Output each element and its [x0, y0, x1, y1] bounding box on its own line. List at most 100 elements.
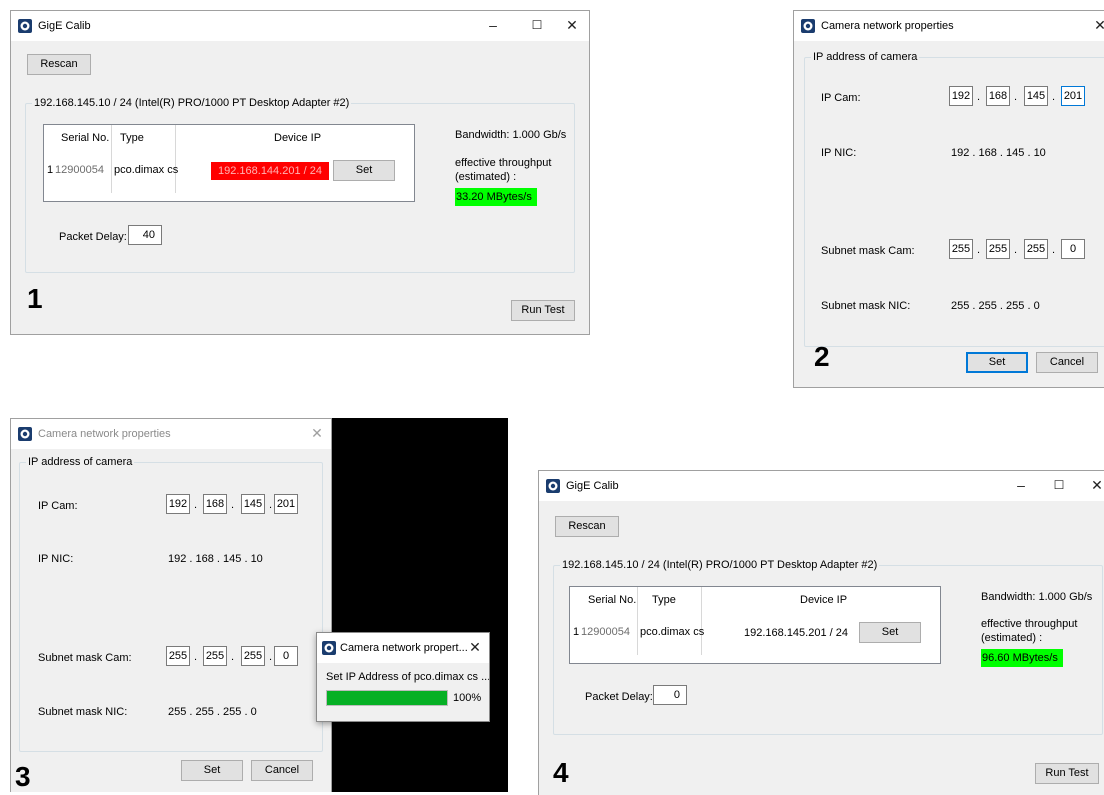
bandwidth-label: Bandwidth: 1.000 Gb/s: [981, 591, 1093, 603]
ip-nic-label: IP NIC:: [38, 553, 74, 565]
mask-cam-octet-3[interactable]: 255: [241, 646, 265, 666]
camera-app-icon: [546, 479, 560, 493]
run-test-button[interactable]: Run Test: [1035, 763, 1099, 784]
ip-cam-label: IP Cam:: [821, 92, 861, 104]
set-ip-button[interactable]: Set: [333, 160, 395, 181]
col-ip-header: Device IP: [274, 132, 322, 144]
device-ip-cell[interactable]: 192.168.145.201 / 24: [737, 624, 855, 642]
ip-cam-label: IP Cam:: [38, 500, 78, 512]
packet-delay-input[interactable]: 0: [653, 685, 687, 705]
minimize-icon[interactable]: –: [1013, 477, 1029, 493]
maximize-icon[interactable]: ☐: [1051, 477, 1067, 493]
adapter-group-label: 192.168.145.10 / 24 (Intel(R) PRO/1000 P…: [32, 97, 352, 109]
throughput-estimated-label: (estimated) :: [981, 632, 1043, 644]
mask-cam-octet-2[interactable]: 255: [203, 646, 227, 666]
camera-app-icon: [801, 19, 815, 33]
progress-fill: [327, 691, 447, 705]
close-icon[interactable]: ✕: [1089, 477, 1104, 493]
cancel-button[interactable]: Cancel: [1036, 352, 1098, 373]
title-bar[interactable]: Camera network propert... ✕: [317, 633, 489, 663]
window-title: GigE Calib: [38, 20, 91, 32]
camera-app-icon: [18, 19, 32, 33]
device-grid[interactable]: Serial No. Type Device IP 1 12900054 pco…: [569, 586, 941, 664]
panel-number: 1: [27, 283, 43, 314]
ip-cam-octet-3[interactable]: 145: [1024, 86, 1048, 106]
throughput-value: 33.20 MBytes/s: [455, 188, 537, 206]
ip-dot: .: [231, 651, 235, 663]
minimize-icon[interactable]: –: [485, 17, 501, 33]
mask-cam-octet-3[interactable]: 255: [1024, 239, 1048, 259]
rescan-button[interactable]: Rescan: [555, 516, 619, 537]
ip-dot: .: [1052, 244, 1056, 256]
network-properties-window-2: Camera network properties ✕ IP address o…: [793, 10, 1104, 388]
grid-divider: [701, 587, 702, 655]
network-properties-window-3: Camera network properties ✕ IP address o…: [10, 418, 332, 792]
set-ip-button[interactable]: Set: [859, 622, 921, 643]
close-icon[interactable]: ✕: [564, 17, 580, 33]
cancel-button[interactable]: Cancel: [251, 760, 313, 781]
grid-divider: [111, 125, 112, 193]
mask-cam-octet-4[interactable]: 0: [274, 646, 298, 666]
mask-cam-octet-1[interactable]: 255: [949, 239, 973, 259]
throughput-label: effective throughput: [981, 618, 1078, 630]
progress-dialog: Camera network propert... ✕ Set IP Addre…: [316, 632, 490, 722]
ip-cam-octet-1[interactable]: 192: [949, 86, 973, 106]
row-index: 1: [47, 164, 54, 176]
gige-calib-window-1: GigE Calib – ☐ ✕ Rescan 192.168.145.10 /…: [10, 10, 590, 335]
set-button[interactable]: Set: [181, 760, 243, 781]
title-bar[interactable]: Camera network properties ✕: [794, 11, 1104, 41]
mask-nic-value: 255 . 255 . 255 . 0: [951, 300, 1040, 312]
window-title: Camera network properties: [38, 428, 171, 440]
ip-cam-octet-3[interactable]: 145: [241, 494, 265, 514]
mask-cam-octet-1[interactable]: 255: [166, 646, 190, 666]
run-test-button[interactable]: Run Test: [511, 300, 575, 321]
popup-message: Set IP Address of pco.dimax cs ...: [326, 671, 490, 683]
rescan-button[interactable]: Rescan: [27, 54, 91, 75]
bandwidth-label: Bandwidth: 1.000 Gb/s: [455, 129, 567, 141]
window-title: GigE Calib: [566, 480, 619, 492]
ip-dot: .: [231, 499, 235, 511]
ip-cam-octet-2[interactable]: 168: [203, 494, 227, 514]
table-row[interactable]: 1 12900054 pco.dimax cs 192.168.144.201 …: [44, 160, 414, 182]
device-ip-cell[interactable]: 192.168.144.201 / 24: [211, 162, 329, 180]
gige-calib-window-4: GigE Calib – ☐ ✕ Rescan 192.168.145.10 /…: [538, 470, 1104, 795]
progress-bar: [326, 690, 448, 706]
ip-cam-octet-1[interactable]: 192: [166, 494, 190, 514]
title-bar[interactable]: GigE Calib – ☐ ✕: [11, 11, 589, 41]
ip-dot: .: [269, 499, 273, 511]
ip-dot: .: [977, 91, 981, 103]
packet-delay-label: Packet Delay:: [585, 691, 653, 703]
device-grid[interactable]: Serial No. Type Device IP 1 12900054 pco…: [43, 124, 415, 202]
adapter-group-label: 192.168.145.10 / 24 (Intel(R) PRO/1000 P…: [560, 559, 880, 571]
title-bar[interactable]: Camera network properties ✕: [11, 419, 331, 449]
packet-delay-input[interactable]: 40: [128, 225, 162, 245]
close-icon[interactable]: ✕: [1092, 17, 1104, 33]
ip-cam-octet-2[interactable]: 168: [986, 86, 1010, 106]
mask-cam-octet-4[interactable]: 0: [1061, 239, 1085, 259]
close-icon[interactable]: ✕: [467, 639, 483, 655]
packet-delay-label: Packet Delay:: [59, 231, 127, 243]
ip-nic-value: 192 . 168 . 145 . 10: [951, 147, 1046, 159]
close-icon[interactable]: ✕: [309, 425, 325, 441]
maximize-icon[interactable]: ☐: [529, 17, 545, 33]
camera-app-icon: [18, 427, 32, 441]
type-cell: pco.dimax cs: [640, 626, 705, 638]
mask-cam-octet-2[interactable]: 255: [986, 239, 1010, 259]
progress-text: 100%: [453, 692, 482, 704]
throughput-value: 96.60 MBytes/s: [981, 649, 1063, 667]
ip-dot: .: [194, 499, 198, 511]
throughput-label: effective throughput: [455, 157, 552, 169]
title-bar[interactable]: GigE Calib – ☐ ✕: [539, 471, 1104, 501]
ip-dot: .: [1052, 91, 1056, 103]
ip-cam-octet-4[interactable]: 201: [1061, 86, 1085, 106]
col-type-header: Type: [120, 132, 144, 144]
ip-cam-octet-4[interactable]: 201: [274, 494, 298, 514]
col-ip-header: Device IP: [800, 594, 848, 606]
col-serial-header: Serial No.: [61, 132, 110, 144]
serial-cell: 12900054: [581, 626, 630, 638]
col-type-header: Type: [652, 594, 676, 606]
ip-dot: .: [977, 244, 981, 256]
grid-divider: [175, 125, 176, 193]
set-button[interactable]: Set: [966, 352, 1028, 373]
table-row[interactable]: 1 12900054 pco.dimax cs 192.168.145.201 …: [570, 622, 940, 644]
